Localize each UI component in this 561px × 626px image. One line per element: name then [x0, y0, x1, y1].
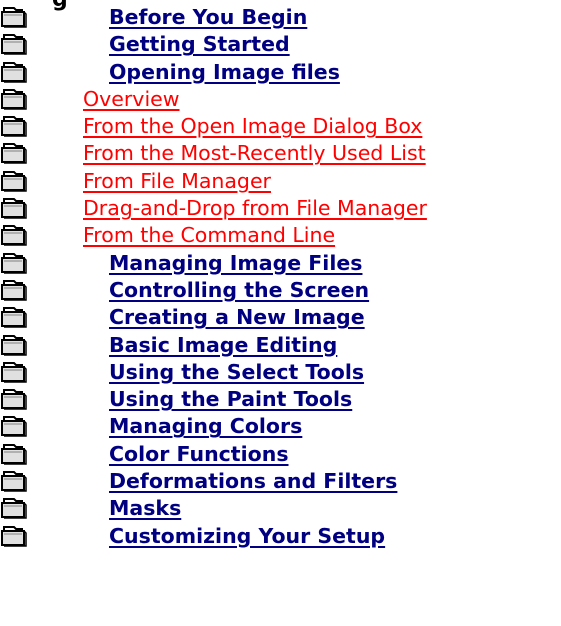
topic-link-label: Basic Image Editing: [109, 332, 338, 357]
topic-link-from-the-open-image-dialog-box[interactable]: From the Open Image Dialog Box: [33, 114, 422, 141]
closed-book-icon: [1, 252, 27, 274]
topic-link-label: From the Most-Recently Used List: [83, 141, 426, 166]
topic-link-using-the-select-tools[interactable]: Using the Select Tools: [33, 360, 364, 387]
closed-book-icon: [1, 88, 27, 110]
topic-link-label: Opening Image files: [109, 59, 340, 84]
topic-link-label: From the Open Image Dialog Box: [83, 114, 423, 139]
topic-link-using-the-paint-tools[interactable]: Using the Paint Tools: [33, 387, 352, 414]
closed-book-icon: [1, 471, 27, 492]
topic-link-label: Color Functions: [109, 441, 289, 466]
closed-book-icon: [1, 416, 27, 438]
closed-book-icon: [1, 279, 27, 301]
topic-link-color-functions[interactable]: Color Functions: [33, 442, 289, 469]
topic-link-basic-image-editing[interactable]: Basic Image Editing: [33, 333, 337, 360]
closed-book-icon: [1, 525, 27, 547]
topic-link-label: Before You Begin: [109, 5, 308, 29]
topic-link-drag-and-drop-from-file-manager[interactable]: Drag-and-Drop from File Manager: [33, 196, 427, 223]
closed-book-icon: [1, 7, 27, 28]
closed-book-icon: [1, 443, 27, 465]
topic-link-label: Creating a New Image: [109, 305, 365, 330]
topic-link-from-the-command-line[interactable]: From the Command Line: [33, 223, 335, 250]
topic-link-masks[interactable]: Masks: [33, 496, 181, 523]
closed-book-icon: [1, 307, 27, 329]
topic-link-managing-image-files[interactable]: Managing Image Files: [33, 251, 362, 278]
closed-book-icon: [1, 361, 27, 383]
closed-book-icon: [1, 498, 27, 520]
topic-link-label: From File Manager: [83, 168, 271, 193]
closed-book-icon: [1, 116, 27, 137]
topic-link-overview[interactable]: Overview: [33, 87, 180, 114]
topic-link-from-file-manager[interactable]: From File Manager: [33, 169, 271, 196]
closed-book-icon: [1, 334, 27, 356]
topic-link-getting-started[interactable]: Getting Started: [33, 32, 290, 59]
topic-link-creating-a-new-image[interactable]: Creating a New Image: [33, 305, 365, 332]
topic-link-before-you-begin[interactable]: Before You Begin: [33, 5, 307, 32]
closed-book-icon: [1, 61, 27, 83]
topic-link-deformations-and-filters[interactable]: Deformations and Filters: [33, 469, 397, 496]
topic-link-label: Using the Select Tools: [109, 359, 365, 384]
topic-link-opening-image-files[interactable]: Opening Image files: [33, 60, 340, 87]
topic-link-label: From the Command Line: [83, 223, 336, 248]
topic-link-label: Managing Image Files: [109, 250, 363, 275]
topic-link-label: Customizing Your Setup: [109, 523, 386, 548]
closed-book-icon: [1, 170, 27, 192]
topic-link-customizing-your-setup[interactable]: Customizing Your Setup: [33, 524, 385, 551]
topic-link-label: Drag-and-Drop from File Manager: [83, 196, 427, 221]
topic-link-managing-colors[interactable]: Managing Colors: [33, 414, 302, 441]
closed-book-icon: [1, 198, 27, 219]
closed-book-icon: [1, 225, 27, 247]
topic-link-label: Managing Colors: [109, 414, 303, 439]
topic-link-controlling-the-screen[interactable]: Controlling the Screen: [33, 278, 369, 305]
closed-book-icon: [1, 143, 27, 165]
closed-book-icon: [1, 389, 27, 410]
topic-link-label: Controlling the Screen: [109, 277, 370, 302]
topic-link-label: Deformations and Filters: [109, 469, 398, 494]
help-contents-page: g Before You Begin Getting Started Openi…: [0, 0, 561, 626]
topic-link-label: Getting Started: [109, 32, 290, 57]
topic-link-from-the-most-recently-used-list[interactable]: From the Most-Recently Used List: [33, 141, 426, 168]
closed-book-icon: [1, 34, 27, 56]
topic-link-label: Masks: [109, 496, 182, 521]
topic-link-label: Using the Paint Tools: [109, 387, 353, 412]
topic-link-label: Overview: [83, 86, 180, 111]
